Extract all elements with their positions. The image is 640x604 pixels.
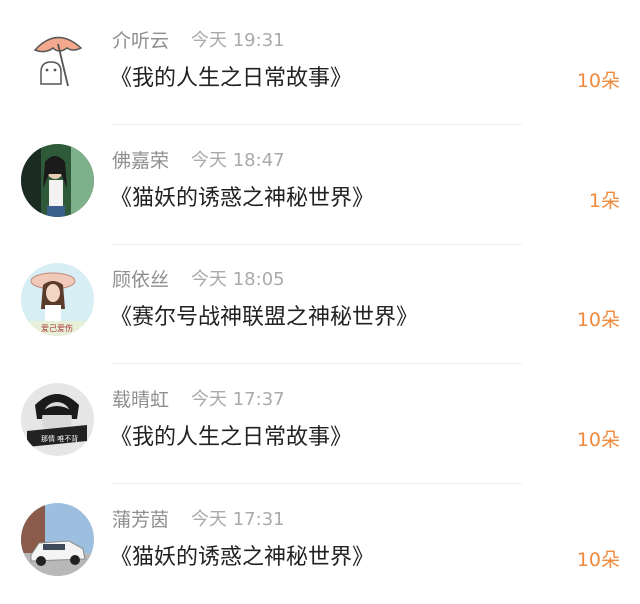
sender-name: 介听云 xyxy=(112,30,170,52)
sender-name: 佛嘉荣 xyxy=(112,150,170,172)
timestamp: 今天 19:31 xyxy=(191,30,285,51)
list-item[interactable]: 介听云 今天 19:31 《我的人生之日常故事》 10朵 xyxy=(0,5,640,125)
flower-count: 10朵 xyxy=(576,549,620,571)
avatar[interactable] xyxy=(21,144,94,217)
flower-count: 1朵 xyxy=(588,190,620,212)
avatar[interactable]: 那情 唯不背 xyxy=(21,383,94,456)
list-item[interactable]: 爱己爱伤 顾依丝 今天 18:05 《赛尔号战神联盟之神秘世界》 10朵 xyxy=(0,244,640,364)
cartoon-umbrella-avatar-icon xyxy=(21,24,94,97)
book-title[interactable]: 《我的人生之日常故事》 xyxy=(110,422,352,454)
list-item[interactable]: 蒲芳茵 今天 17:31 《猫妖的诱惑之神秘世界》 10朵 xyxy=(0,484,640,604)
book-title[interactable]: 《猫妖的诱惑之神秘世界》 xyxy=(110,542,374,574)
book-title[interactable]: 《我的人生之日常故事》 xyxy=(110,63,352,95)
girl-photo-avatar-icon xyxy=(21,144,94,217)
list-item[interactable]: 佛嘉荣 今天 18:47 《猫妖的诱惑之神秘世界》 1朵 xyxy=(0,125,640,245)
sender-name: 载晴虹 xyxy=(112,389,170,411)
timestamp: 今天 17:37 xyxy=(191,389,285,410)
book-title[interactable]: 《赛尔号战神联盟之神秘世界》 xyxy=(110,302,418,334)
avatar[interactable] xyxy=(21,503,94,576)
gift-record-list: 介听云 今天 19:31 《我的人生之日常故事》 10朵 佛嘉荣 今天 18:4… xyxy=(0,0,640,598)
white-car-avatar-icon xyxy=(21,503,94,576)
avatar-caption: 那情 唯不背 xyxy=(41,434,78,443)
avatar[interactable] xyxy=(21,24,94,97)
avatar-caption: 爱己爱伤 xyxy=(41,323,73,333)
sender-name: 顾依丝 xyxy=(112,269,170,291)
flower-count: 10朵 xyxy=(576,429,620,451)
flower-count: 10朵 xyxy=(576,309,620,331)
timestamp: 今天 18:47 xyxy=(191,150,285,171)
list-item[interactable]: 那情 唯不背 载晴虹 今天 17:37 《我的人生之日常故事》 10朵 xyxy=(0,364,640,484)
bw-portrait-avatar-icon: 那情 唯不背 xyxy=(21,383,94,456)
flower-count: 10朵 xyxy=(576,70,620,92)
timestamp: 今天 18:05 xyxy=(191,269,285,290)
book-title[interactable]: 《猫妖的诱惑之神秘世界》 xyxy=(110,183,374,215)
timestamp: 今天 17:31 xyxy=(191,509,285,530)
avatar[interactable]: 爱己爱伤 xyxy=(21,263,94,336)
sender-name: 蒲芳茵 xyxy=(112,509,170,531)
girl-with-hat-avatar-icon: 爱己爱伤 xyxy=(21,263,94,336)
